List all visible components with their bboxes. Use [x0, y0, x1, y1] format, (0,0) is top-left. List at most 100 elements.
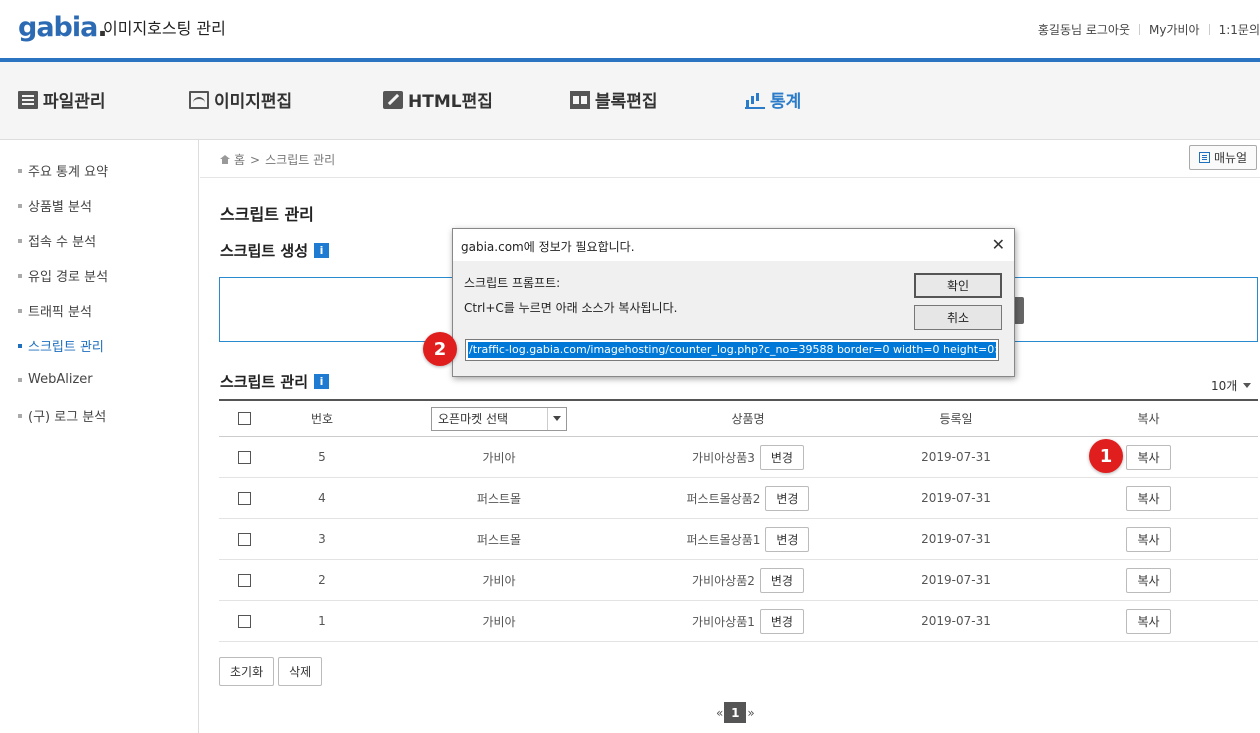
- change-button[interactable]: 변경: [765, 526, 810, 552]
- change-button[interactable]: 변경: [765, 485, 810, 511]
- header-copy: 복사: [1137, 412, 1160, 426]
- dialog-prompt-label: 스크립트 프롬프트:: [464, 276, 561, 290]
- gabia-logo[interactable]: gabia.: [18, 12, 108, 43]
- reset-button[interactable]: 초기화: [219, 657, 275, 686]
- script-table: 번호 오픈마켓 선택 상품명 등록일 복사 5 가비아 가비아상품3 변경 201…: [219, 399, 1258, 642]
- delete-button[interactable]: 삭제: [278, 657, 323, 686]
- breadcrumb-home[interactable]: 홈: [234, 151, 245, 168]
- pagination: « 1 »: [716, 702, 755, 723]
- per-page-select[interactable]: 10개: [1211, 377, 1252, 394]
- change-button[interactable]: 변경: [759, 567, 804, 593]
- selected-text: /traffic-log.gabia.com/imagehosting/coun…: [468, 342, 996, 358]
- inquiry-link[interactable]: 1:1문의: [1219, 21, 1260, 38]
- close-icon[interactable]: ✕: [992, 235, 1005, 254]
- info-icon[interactable]: i: [314, 374, 330, 389]
- row-product: 가비아상품2: [692, 573, 755, 588]
- sidebar-item-referrer-analysis[interactable]: 유입 경로 분석: [18, 266, 108, 285]
- sidebar: 주요 통계 요약 상품별 분석 접속 수 분석 유입 경로 분석 트래픽 분석 …: [0, 140, 199, 733]
- prompt-dialog: gabia.com에 정보가 필요합니다. ✕ 스크립트 프롬프트: Ctrl+…: [452, 228, 1015, 377]
- nav-image-edit[interactable]: 이미지편집: [189, 87, 292, 112]
- sidebar-item-webalizer[interactable]: WebAlizer: [18, 372, 93, 387]
- nav-file-manage[interactable]: 파일관리: [18, 87, 106, 112]
- pencil-icon: [383, 90, 403, 109]
- next-page-button[interactable]: »: [747, 706, 754, 720]
- copy-button[interactable]: 복사: [1126, 485, 1171, 511]
- table-header: 번호 오픈마켓 선택 상품명 등록일 복사: [219, 399, 1258, 437]
- row-checkbox[interactable]: [237, 614, 251, 628]
- copy-button[interactable]: 복사: [1126, 608, 1171, 634]
- sidebar-item-old-log[interactable]: (구) 로그 분석: [18, 406, 106, 425]
- bullet-icon: [18, 413, 22, 418]
- header: gabia. 이미지호스팅 관리 홍길동님 로그아웃 My가비아 1:1문의: [0, 0, 1260, 58]
- sidebar-item-product-analysis[interactable]: 상품별 분석: [18, 196, 92, 215]
- script-source-input[interactable]: /traffic-log.gabia.com/imagehosting/coun…: [465, 339, 999, 361]
- row-market: 퍼스트몰: [476, 532, 522, 547]
- row-date: 2019-07-31: [921, 573, 991, 587]
- row-no: 4: [318, 491, 326, 505]
- page-1-button[interactable]: 1: [724, 702, 747, 723]
- breadcrumb-separator: >: [250, 152, 261, 167]
- row-date: 2019-07-31: [921, 450, 991, 464]
- section-title-create: 스크립트 생성 i: [220, 240, 330, 261]
- row-checkbox[interactable]: [237, 573, 251, 587]
- change-button[interactable]: 변경: [759, 444, 804, 470]
- row-checkbox[interactable]: [237, 491, 251, 505]
- row-market: 가비아: [482, 614, 516, 629]
- bullet-icon: [18, 273, 22, 278]
- market-select[interactable]: 오픈마켓 선택: [431, 406, 567, 431]
- bullet-icon: [18, 377, 22, 382]
- bullet-icon: [18, 308, 22, 313]
- header-product: 상품명: [731, 412, 765, 426]
- prev-page-button[interactable]: «: [716, 706, 723, 720]
- copy-button[interactable]: 복사: [1126, 444, 1171, 470]
- bullet-icon: [18, 168, 22, 173]
- nav-block-edit[interactable]: 블록편집: [570, 87, 658, 112]
- sidebar-item-access-analysis[interactable]: 접속 수 분석: [18, 231, 96, 250]
- row-product: 가비아상품1: [692, 614, 755, 629]
- nav-statistics[interactable]: 통계: [745, 87, 801, 112]
- row-no: 3: [318, 532, 326, 546]
- app-title: 이미지호스팅 관리: [103, 19, 226, 38]
- row-date: 2019-07-31: [921, 491, 991, 505]
- file-list-icon: [18, 90, 38, 109]
- table-row: 1 가비아 가비아상품1 변경 2019-07-31 복사: [219, 601, 1258, 642]
- table-row: 3 퍼스트몰 퍼스트몰상품1 변경 2019-07-31 복사: [219, 519, 1258, 560]
- top-links: 홍길동님 로그아웃 My가비아 1:1문의: [1038, 21, 1260, 38]
- row-product: 퍼스트몰상품1: [686, 532, 761, 547]
- info-icon[interactable]: i: [314, 243, 330, 258]
- row-no: 5: [318, 450, 326, 464]
- my-gabia-link[interactable]: My가비아: [1149, 21, 1200, 38]
- breadcrumb-bar: 홈 > 스크립트 관리 매뉴얼: [200, 140, 1260, 178]
- bottom-buttons: 초기화 삭제: [219, 657, 323, 686]
- row-product: 가비아상품3: [692, 450, 755, 465]
- section-title-list: 스크립트 관리 i: [220, 371, 330, 392]
- sidebar-item-script-manage[interactable]: 스크립트 관리: [18, 336, 104, 355]
- main-nav: 파일관리 이미지편집 HTML편집 블록편집 통계: [0, 62, 1260, 140]
- copy-button[interactable]: 복사: [1126, 526, 1171, 552]
- bar-chart-icon: [745, 91, 765, 109]
- select-all-checkbox[interactable]: [237, 412, 251, 425]
- row-no: 1: [318, 614, 326, 628]
- breadcrumb-current: 스크립트 관리: [265, 153, 336, 167]
- table-row: 2 가비아 가비아상품2 변경 2019-07-31 복사: [219, 560, 1258, 601]
- page-title: 스크립트 관리: [220, 205, 314, 224]
- sidebar-item-traffic-analysis[interactable]: 트래픽 분석: [18, 301, 92, 320]
- change-button[interactable]: 변경: [759, 608, 804, 634]
- cancel-button[interactable]: 취소: [914, 305, 1002, 330]
- ok-button[interactable]: 확인: [914, 273, 1002, 298]
- bullet-icon: [18, 343, 22, 348]
- copy-button[interactable]: 복사: [1126, 567, 1171, 593]
- image-icon: [189, 90, 209, 109]
- logout-link[interactable]: 홍길동님 로그아웃: [1038, 21, 1130, 38]
- step-badge-1: 1: [1089, 439, 1123, 473]
- manual-button[interactable]: 매뉴얼: [1189, 145, 1257, 170]
- row-market: 가비아: [482, 450, 516, 465]
- row-checkbox[interactable]: [237, 532, 251, 546]
- row-checkbox[interactable]: [237, 450, 251, 464]
- dialog-instruction: Ctrl+C를 누르면 아래 소스가 복사됩니다.: [464, 301, 678, 315]
- home-icon: [220, 155, 230, 164]
- nav-html-edit[interactable]: HTML편집: [383, 87, 493, 112]
- sidebar-item-summary[interactable]: 주요 통계 요약: [18, 161, 108, 180]
- bullet-icon: [18, 238, 22, 243]
- divider: [1139, 24, 1141, 35]
